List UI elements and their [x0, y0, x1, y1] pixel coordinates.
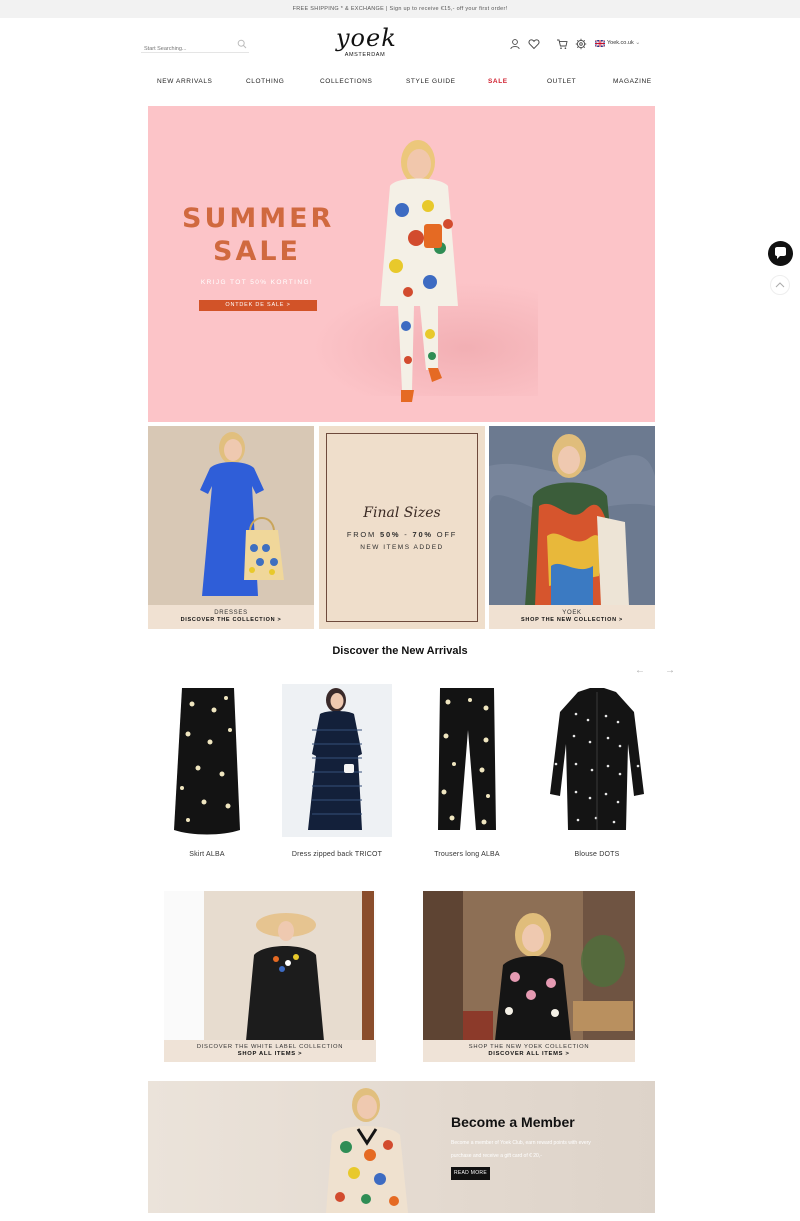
hero-cta-button[interactable]: ONTDEK DE SALE > [199, 300, 317, 311]
nav-collections[interactable]: COLLECTIONS [320, 75, 372, 89]
account-icon[interactable] [509, 38, 521, 50]
nav-new-arrivals[interactable]: NEW ARRIVALS [157, 75, 212, 89]
discount-suffix: OFF [432, 530, 458, 539]
tile-yoek[interactable]: YOEK SHOP THE NEW COLLECTION > [489, 426, 655, 629]
nav-outlet[interactable]: OUTLET [547, 75, 576, 89]
search-icon[interactable] [237, 39, 247, 49]
new-arrivals-title: Discover the New Arrivals [332, 645, 468, 657]
final-sizes-new-items: NEW ITEMS ADDED [360, 544, 444, 551]
banner-new-yoek[interactable]: SHOP THE NEW YOEK COLLECTION DISCOVER AL… [423, 891, 635, 1062]
member-description: Become a member of Yoek Club, earn rewar… [451, 1137, 621, 1163]
product-image-trousers [412, 684, 522, 837]
product-image-dress [282, 684, 392, 837]
logo-subtitle: AMSTERDAM [344, 52, 386, 58]
tile-dresses[interactable]: DRESSES DISCOVER THE COLLECTION > [148, 426, 314, 629]
product-card[interactable]: Dress zipped back TRICOT [282, 684, 392, 858]
member-banner: Become a Member Become a member of Yoek … [148, 1081, 655, 1213]
hero-title-line2: SALE [213, 236, 301, 267]
banner-white-label-title: DISCOVER THE WHITE LABEL COLLECTION [196, 1044, 344, 1050]
tile-dresses-link[interactable]: DISCOVER THE COLLECTION > [148, 617, 314, 623]
chat-widget-button[interactable] [768, 241, 793, 266]
product-card[interactable]: Trousers long ALBA [412, 684, 522, 858]
locale-selector[interactable]: Yoek.co.uk ⌄ [607, 38, 640, 48]
product-card[interactable]: Blouse DOTS [542, 684, 652, 858]
member-text-line2: purchase and receive a gift card of € 20… [451, 1153, 542, 1159]
cart-icon[interactable] [556, 38, 568, 50]
chevron-down-icon: ⌄ [635, 40, 641, 46]
settings-gear-icon[interactable] [575, 38, 587, 50]
nav-style-guide[interactable]: STYLE GUIDE [406, 75, 456, 89]
discount-prefix: FROM [346, 530, 380, 539]
product-name[interactable]: Dress zipped back TRICOT [282, 851, 392, 858]
nav-magazine[interactable]: MAGAZINE [613, 75, 652, 89]
banner-new-yoek-link[interactable]: DISCOVER ALL ITEMS > [423, 1051, 635, 1057]
product-image-skirt [152, 684, 262, 837]
tile-frame [326, 433, 478, 622]
new-yoek-model-image [423, 891, 635, 1041]
promo-bar: FREE SHIPPING * & EXCHANGE | Sign up to … [0, 0, 800, 18]
member-model-image [326, 1088, 408, 1213]
main-nav: NEW ARRIVALS CLOTHING COLLECTIONS STYLE … [140, 75, 660, 89]
tile-yoek-title: YOEK [562, 610, 582, 616]
banner-white-label-link[interactable]: SHOP ALL ITEMS > [164, 1051, 376, 1057]
discount-separator: - [400, 530, 413, 539]
chat-bubble-icon [775, 247, 786, 259]
member-title: Become a Member [451, 1114, 575, 1130]
product-card[interactable]: Skirt ALBA [152, 684, 262, 858]
nav-sale[interactable]: SALE [488, 75, 508, 89]
tile-yoek-caption: YOEK SHOP THE NEW COLLECTION > [489, 605, 655, 629]
nav-clothing[interactable]: CLOTHING [246, 75, 284, 89]
tile-yoek-link[interactable]: SHOP THE NEW COLLECTION > [489, 617, 655, 623]
banner-white-label-caption: DISCOVER THE WHITE LABEL COLLECTION SHOP… [164, 1040, 376, 1062]
chevron-up-icon [775, 282, 785, 288]
carousel-next-arrow-icon[interactable]: → [665, 666, 675, 676]
discount-max: 70% [412, 530, 433, 539]
product-name[interactable]: Blouse DOTS [542, 851, 652, 858]
banner-white-label[interactable]: DISCOVER THE WHITE LABEL COLLECTION SHOP… [164, 891, 376, 1062]
hero-title-line1: SUMMER [182, 203, 335, 234]
hero-model-image [380, 140, 458, 402]
uk-flag-icon[interactable] [595, 40, 605, 47]
product-name[interactable]: Trousers long ALBA [412, 851, 522, 858]
product-image-blouse [542, 684, 652, 837]
carousel-prev-arrow-icon[interactable]: ← [635, 666, 645, 676]
read-more-button[interactable]: READ MORE [451, 1167, 490, 1180]
hero-subtitle: KRIJG TOT 50% KORTING! [200, 279, 314, 286]
hero-banner[interactable]: SUMMER SALE KRIJG TOT 50% KORTING! ONTDE… [148, 106, 655, 422]
banner-new-yoek-title: SHOP THE NEW YOEK COLLECTION [468, 1044, 590, 1050]
back-to-top-button[interactable] [770, 275, 790, 295]
tile-dresses-title: DRESSES [214, 610, 248, 616]
dresses-model-image [200, 432, 284, 596]
tile-dresses-caption: DRESSES DISCOVER THE COLLECTION > [148, 605, 314, 629]
locale-label: Yoek.co.uk [607, 40, 634, 46]
search-box[interactable] [141, 37, 249, 56]
brand-logo[interactable]: yoek AMSTERDAM [336, 24, 397, 68]
final-sizes-script: Final Sizes [363, 505, 441, 521]
discount-min: 50% [379, 530, 401, 539]
yoek-model-image [489, 426, 655, 606]
final-sizes-discount: FROM 50% - 70% OFF [319, 530, 485, 539]
banner-new-yoek-caption: SHOP THE NEW YOEK COLLECTION DISCOVER AL… [423, 1040, 635, 1062]
product-name[interactable]: Skirt ALBA [152, 851, 262, 858]
hero-title: SUMMER SALE [182, 202, 332, 268]
search-input[interactable] [141, 42, 233, 56]
tile-final-sizes[interactable]: Final Sizes FROM 50% - 70% OFF NEW ITEMS… [319, 426, 485, 629]
member-text-line1: Become a member of Yoek Club, earn rewar… [451, 1140, 591, 1146]
white-label-model-image [164, 891, 376, 1041]
wishlist-icon[interactable] [528, 38, 540, 50]
logo-wordmark: yoek [336, 24, 397, 52]
